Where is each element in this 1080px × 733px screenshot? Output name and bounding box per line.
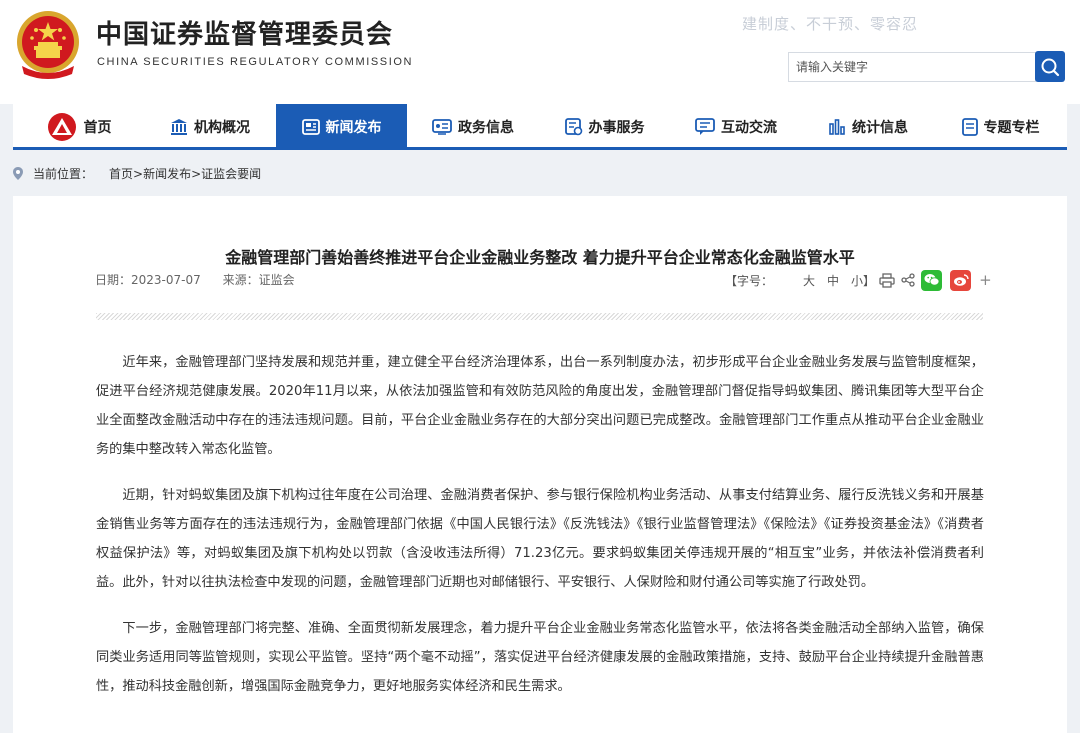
info-screen-icon (432, 119, 452, 135)
search-box (788, 52, 1036, 82)
nav-label-topics: 专题专栏 (983, 120, 1040, 136)
article-title: 金融管理部门善始善终推进平台企业金融业务整改 着力提升平台企业常态化金融监管水平 (225, 248, 855, 267)
article-tools: 【字号： 大 中 小】 + (725, 268, 1004, 292)
wechat-share-button[interactable] (921, 269, 943, 291)
nav-label-news: 新闻发布 (325, 120, 382, 136)
weibo-icon (953, 274, 969, 286)
nav-item-topics[interactable]: 专题专栏 (934, 104, 1067, 150)
font-size-label: 【字号： (725, 273, 774, 288)
bar-chart-icon (828, 118, 846, 136)
nav-item-interaction[interactable]: 互动交流 (670, 104, 802, 150)
nav-label-about: 机构概况 (194, 120, 250, 136)
search-input[interactable] (789, 53, 1035, 81)
chat-icon (695, 118, 715, 136)
nav-label-home: 首页 (83, 120, 112, 136)
article-card: 金融管理部门善始善终推进平台企业金融业务整改 着力提升平台企业常态化金融监管水平… (13, 196, 1067, 733)
article-paragraph: 近年来，金融管理部门坚持发展和规范并重，建立健全平台经济治理体系，出台一系列制度… (96, 355, 984, 457)
nav-item-statistics[interactable]: 统计信息 (802, 104, 934, 150)
article-paragraph: 下一步，金融管理部门将完整、准确、全面贯彻新发展理念，着力提升平台企业金融业务常… (96, 621, 984, 694)
nav-label-gov-info: 政务信息 (458, 120, 514, 136)
breadcrumb: 当前位置： 首页>新闻发布>证监会要闻 (13, 163, 261, 183)
site-title-english: CHINA SECURITIES REGULATORY COMMISSION (97, 56, 414, 68)
nav-item-about[interactable]: 机构概况 (144, 104, 276, 150)
weibo-share-button[interactable] (950, 269, 972, 291)
article-meta: 日期：2023-07-07 来源：证监会 (95, 271, 313, 288)
national-emblem-icon (17, 11, 79, 79)
main-nav: 首页 机构概况 新闻发布 政务信息 办事服务 互动交流 统计信息 专题专栏 (13, 104, 1067, 150)
service-icon (564, 118, 583, 136)
document-icon (961, 118, 978, 136)
search-button[interactable] (1035, 51, 1065, 82)
site-title[interactable]: 中国证券监督管理委员会 (96, 14, 393, 51)
print-icon[interactable] (879, 272, 895, 288)
share-icon[interactable] (901, 273, 915, 287)
nav-item-services[interactable]: 办事服务 (539, 104, 670, 150)
slogan: 建制度、不干预、零容忍 (742, 15, 919, 33)
article-source: 来源：证监会 (222, 273, 295, 287)
nav-item-news[interactable]: 新闻发布 (276, 104, 407, 150)
nav-label-interaction: 互动交流 (721, 120, 777, 136)
building-icon (170, 118, 188, 136)
font-size-medium[interactable]: 中 (827, 272, 839, 289)
wechat-icon (924, 274, 939, 286)
nav-item-gov-info[interactable]: 政务信息 (407, 104, 539, 150)
title-divider (96, 313, 983, 320)
nav-label-services: 办事服务 (588, 120, 645, 136)
site-header: 中国证券监督管理委员会 CHINA SECURITIES REGULATORY … (0, 0, 1080, 104)
font-size-large[interactable]: 大 (803, 272, 815, 289)
article-date: 日期：2023-07-07 (95, 273, 201, 287)
home-logo-icon (46, 112, 78, 142)
more-share-button[interactable]: + (979, 271, 992, 289)
nav-label-statistics: 统计信息 (852, 120, 908, 136)
breadcrumb-path[interactable]: 首页>新闻发布>证监会要闻 (109, 165, 261, 182)
font-size-small[interactable]: 小】 (851, 272, 875, 289)
article-paragraph: 近期，针对蚂蚁集团及旗下机构过往年度在公司治理、金融消费者保护、参与银行保险机构… (96, 488, 984, 590)
newspaper-icon (301, 119, 320, 135)
search-icon (1041, 58, 1060, 76)
location-pin-icon (13, 166, 23, 180)
article-body: 近年来，金融管理部门坚持发展和规范并重，建立健全平台经济治理体系，出台一系列制度… (96, 348, 984, 718)
breadcrumb-label: 当前位置： (33, 166, 94, 181)
nav-item-home[interactable]: 首页 (13, 104, 144, 150)
